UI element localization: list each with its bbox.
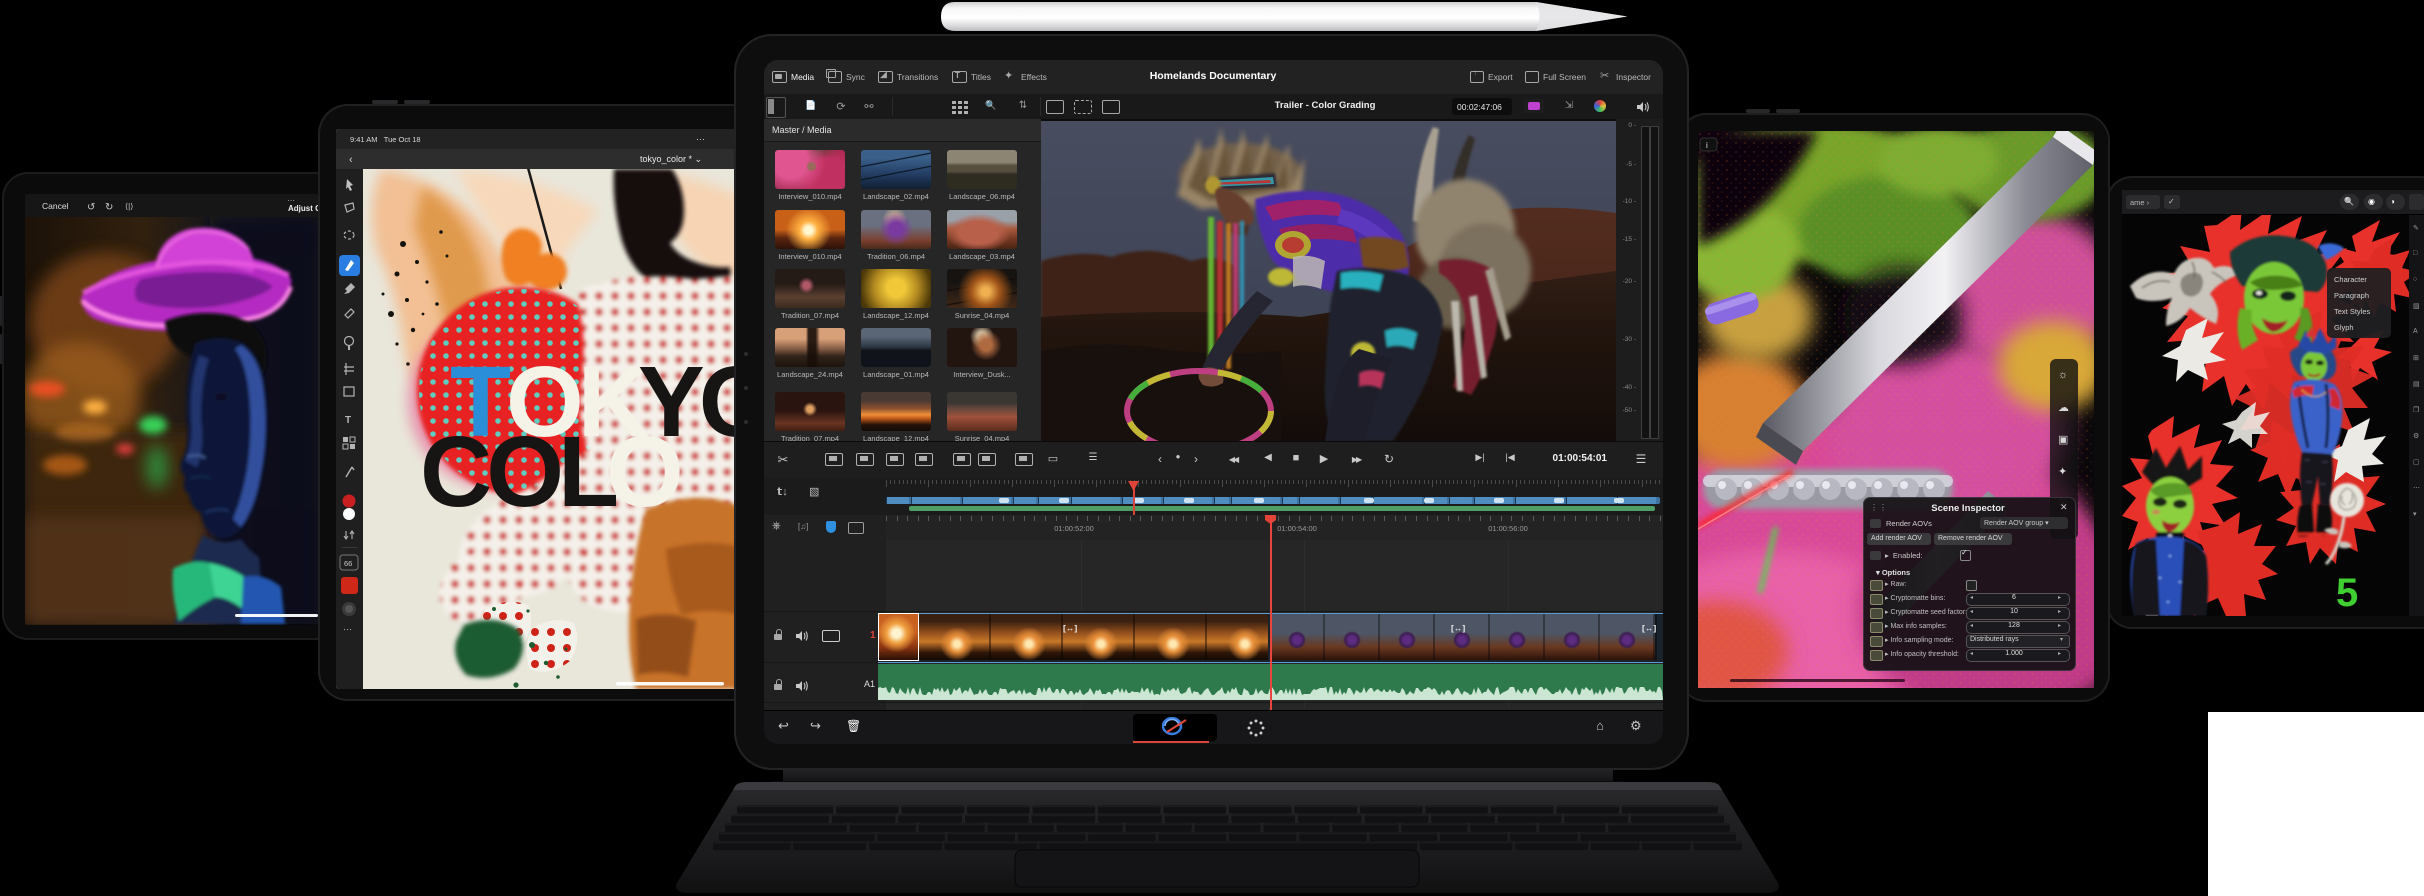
svg-text:O: O [606,416,680,528]
svg-text:⋯: ⋯ [696,134,705,144]
svg-text:⋯: ⋯ [343,624,352,634]
svg-text:⟨|⟩: ⟨|⟩ [125,202,133,211]
svg-text:Adjust C: Adjust C [288,204,318,213]
svg-text:COL: COL [420,416,617,528]
svg-text:i: i [1706,141,1708,150]
svg-text:‹: ‹ [349,154,353,166]
svg-text:↻: ↻ [105,202,113,213]
svg-text:9:41 AM Tue Oct 18: 9:41 AM Tue Oct 18 [350,135,421,144]
svg-text:5: 5 [2336,571,2358,615]
svg-text:T: T [345,415,351,426]
svg-text:tokyo_color * ⌄: tokyo_color * ⌄ [640,154,702,164]
svg-text:↺: ↺ [87,202,95,213]
svg-text:66: 66 [344,559,352,568]
svg-text:Cancel: Cancel [42,201,69,211]
